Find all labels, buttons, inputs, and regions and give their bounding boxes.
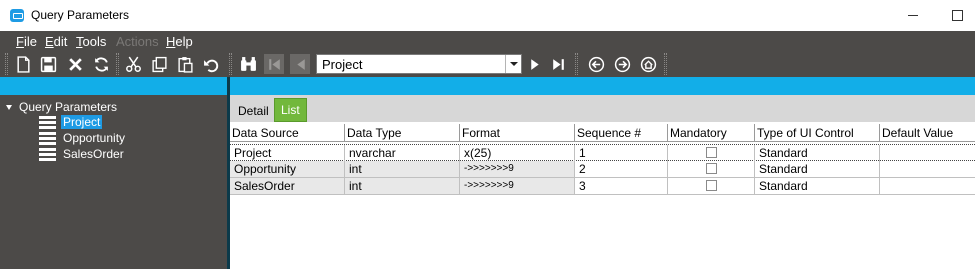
toolbar-grip[interactable] [664, 53, 667, 75]
navigation-tree: Query Parameters Project Opportunity Sal… [0, 95, 227, 269]
undo-icon[interactable] [201, 54, 221, 74]
back-icon[interactable] [586, 54, 606, 74]
cell-mandatory [668, 178, 755, 194]
cell-format[interactable]: ->>>>>>>9 [460, 161, 575, 177]
table-row[interactable]: Project nvarchar x(25) 1 Standard [230, 144, 975, 161]
save-icon[interactable] [38, 54, 58, 74]
cut-icon[interactable] [123, 54, 143, 74]
tree-root[interactable]: Query Parameters [6, 100, 117, 114]
tree-root-label: Query Parameters [19, 100, 118, 114]
title-bar: Query Parameters [0, 0, 975, 31]
mandatory-checkbox[interactable] [706, 180, 717, 191]
column-header-format[interactable]: Format [460, 124, 575, 142]
window-title: Query Parameters [31, 8, 130, 22]
chevron-down-icon[interactable] [505, 55, 521, 73]
cell-default-value[interactable] [880, 145, 975, 161]
find-icon[interactable] [238, 54, 258, 74]
tab-detail[interactable]: Detail [232, 100, 275, 122]
cell-data-source[interactable]: Project [230, 145, 345, 161]
first-record-icon[interactable] [264, 54, 284, 74]
app-icon [10, 9, 24, 22]
cell-format[interactable]: ->>>>>>>9 [460, 178, 575, 194]
cell-data-type[interactable]: int [345, 161, 460, 177]
minimize-button[interactable] [893, 0, 933, 31]
maximize-button[interactable] [937, 0, 975, 31]
table-icon [38, 131, 56, 145]
grid-header: Data Source Data Type Format Sequence # … [230, 124, 975, 142]
copy-icon[interactable] [149, 54, 169, 74]
menu-tools[interactable]: Tools [76, 34, 106, 49]
cell-ui-control[interactable]: Standard [755, 178, 880, 194]
column-header-default-value[interactable]: Default Value [880, 124, 975, 142]
previous-record-icon[interactable] [290, 54, 310, 74]
cell-sequence[interactable]: 1 [575, 145, 668, 161]
tree-node-label: Project [61, 115, 103, 129]
expand-toggle-icon[interactable] [6, 105, 12, 110]
tab-list[interactable]: List [274, 98, 307, 122]
toolbar: Project [0, 51, 975, 77]
cell-sequence[interactable]: 3 [575, 178, 668, 194]
column-header-sequence[interactable]: Sequence # [575, 124, 668, 142]
mandatory-checkbox[interactable] [706, 147, 717, 158]
toolbar-grip[interactable] [575, 53, 578, 75]
cell-sequence[interactable]: 2 [575, 161, 668, 177]
column-header-mandatory[interactable]: Mandatory [668, 124, 755, 142]
tree-node-salesorder[interactable]: SalesOrder [38, 146, 126, 162]
toolbar-grip[interactable] [116, 53, 119, 75]
cell-default-value[interactable] [880, 161, 975, 177]
menu-edit[interactable]: Edit [45, 34, 67, 49]
cell-data-type[interactable]: int [345, 178, 460, 194]
toolbar-grip[interactable] [5, 53, 8, 75]
table-row[interactable]: Opportunity int ->>>>>>>9 2 Standard [230, 161, 975, 178]
menu-actions: Actions [116, 34, 159, 49]
table-icon [38, 115, 56, 129]
table-row[interactable]: SalesOrder int ->>>>>>>9 3 Standard [230, 178, 975, 195]
column-header-data-source[interactable]: Data Source [230, 124, 345, 142]
forward-icon[interactable] [612, 54, 632, 74]
parameters-grid: Data Source Data Type Format Sequence # … [230, 124, 975, 269]
tree-node-label: Opportunity [63, 131, 126, 145]
tree-header-bar [0, 77, 227, 95]
column-header-ui-control[interactable]: Type of UI Control [755, 124, 880, 142]
record-selector-value: Project [322, 57, 363, 72]
cell-format[interactable]: x(25) [460, 145, 575, 161]
tab-strip: Detail List [230, 95, 975, 122]
cell-data-type[interactable]: nvarchar [345, 145, 460, 161]
last-record-icon[interactable] [548, 54, 568, 74]
menu-help[interactable]: Help [166, 34, 193, 49]
cell-data-source[interactable]: Opportunity [230, 161, 345, 177]
home-icon[interactable] [638, 54, 658, 74]
paste-icon[interactable] [175, 54, 195, 74]
tree-node-opportunity[interactable]: Opportunity [38, 130, 127, 146]
delete-icon[interactable] [65, 54, 85, 74]
column-header-data-type[interactable]: Data Type [345, 124, 460, 142]
content-header-bar [230, 77, 975, 95]
mandatory-checkbox[interactable] [706, 163, 717, 174]
table-icon [38, 147, 56, 161]
cell-ui-control[interactable]: Standard [755, 145, 880, 161]
tree-node-project[interactable]: Project [38, 114, 103, 130]
menu-file[interactable]: File [16, 34, 37, 49]
cell-default-value[interactable] [880, 178, 975, 194]
refresh-icon[interactable] [91, 54, 111, 74]
cell-data-source[interactable]: SalesOrder [230, 178, 345, 194]
record-selector[interactable]: Project [316, 54, 522, 74]
toolbar-grip[interactable] [229, 53, 232, 75]
tree-node-label: SalesOrder [63, 147, 124, 161]
cell-mandatory [668, 145, 755, 161]
new-icon[interactable] [13, 54, 33, 74]
menu-bar: File Edit Tools Actions Help [0, 31, 975, 51]
cell-ui-control[interactable]: Standard [755, 161, 880, 177]
next-record-icon[interactable] [525, 54, 545, 74]
cell-mandatory [668, 161, 755, 177]
